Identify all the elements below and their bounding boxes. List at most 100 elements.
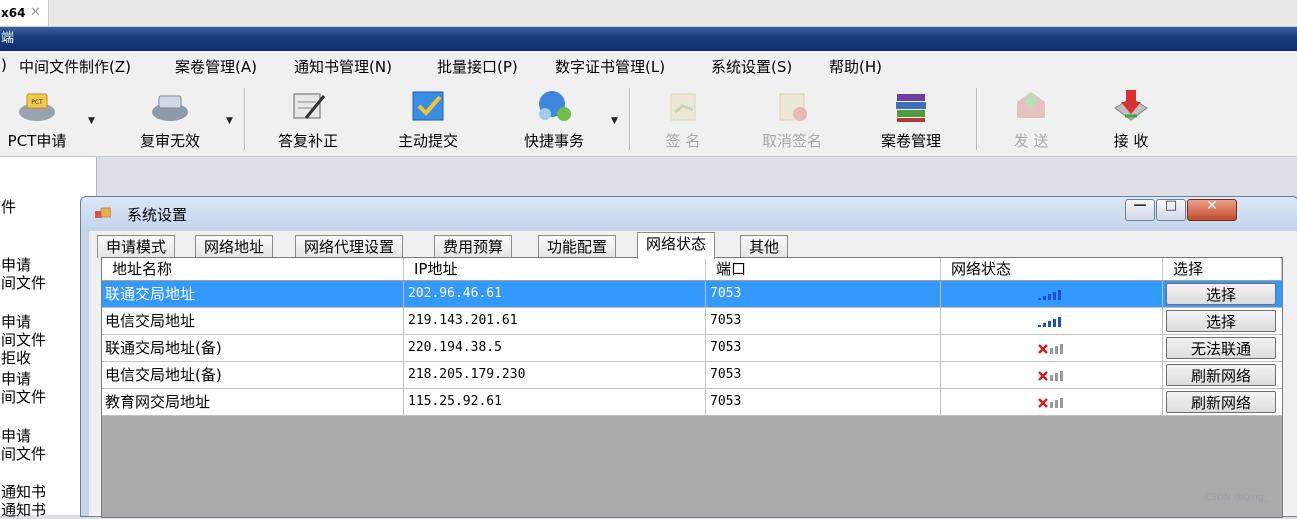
app-title-bar: 端 [0, 27, 1297, 51]
send-icon [1017, 92, 1045, 118]
maximize-button[interactable]: □ [1156, 198, 1186, 221]
ip-cell: 219.143.201.61 [404, 308, 706, 334]
pct-apply-button[interactable]: PCT PCT申请 [0, 80, 80, 156]
toolbar-separator [629, 88, 631, 150]
pct-apply-label: PCT申请 [7, 132, 67, 150]
left-nav-item[interactable]: 件 [1, 198, 16, 216]
grid-header: 地址名称 IP地址 端口 网络状态 选择 [102, 258, 1282, 281]
table-row[interactable]: 电信交局地址 219.143.201.61 7053 选择 [102, 308, 1282, 335]
tab-other[interactable]: 其他 [740, 235, 789, 258]
left-nav-item[interactable]: 间文件 [1, 445, 46, 463]
close-icon[interactable]: ✕ [30, 0, 41, 26]
column-header-port: 端口 [706, 258, 941, 280]
toolbar: PCT PCT申请 ▼ 复审无效 ▼ 答复补正 主动提交 快捷事务 ▼ 签 名 … [0, 80, 1297, 157]
books-icon [896, 94, 926, 122]
left-nav-item[interactable]: 申请 [1, 370, 31, 388]
left-nav-item[interactable]: 间文件 [1, 388, 46, 406]
toolbar-separator [244, 88, 246, 150]
menu-item-intermediate-file[interactable]: 中间文件制作(Z) [19, 56, 131, 77]
ip-cell: 202.96.46.61 [404, 281, 706, 307]
menu-item-batch-interface[interactable]: 批量接口(P) [437, 56, 518, 77]
ip-cell: 220.194.38.5 [404, 335, 706, 361]
quick-task-button[interactable]: 快捷事务 [506, 80, 602, 156]
minimize-icon: — [1133, 198, 1147, 213]
select-button[interactable]: 选择 [1166, 310, 1276, 332]
submit-check-icon [412, 91, 444, 121]
address-name-cell: 联通交局地址(备) [102, 335, 404, 361]
port-cell: 7053 [706, 308, 941, 334]
left-nav-item[interactable]: 间文件 [1, 274, 46, 292]
cancel-sign-button[interactable]: 取消签名 [748, 80, 836, 156]
cancel-sign-icon [779, 93, 807, 121]
tab-network-status[interactable]: 网络状态 [637, 232, 716, 259]
sign-icon [670, 93, 696, 121]
svg-text:PCT: PCT [31, 99, 43, 106]
minimize-button[interactable]: — [1125, 198, 1155, 221]
menu-item-help[interactable]: 帮助(H) [829, 56, 882, 77]
menu-item-notice-management[interactable]: 通知书管理(N) [294, 56, 392, 77]
tab-function-config[interactable]: 功能配置 [538, 235, 617, 258]
chevron-down-icon[interactable]: ▼ [611, 116, 618, 126]
case-management-label: 案卷管理 [880, 132, 941, 150]
chevron-down-icon[interactable]: ▼ [88, 116, 95, 126]
left-nav-item[interactable]: 通知书 [1, 483, 46, 501]
column-header-status: 网络状态 [941, 258, 1163, 280]
dialog-body: 申请模式 网络地址 网络代理设置 费用预算 功能配置 网络状态 其他 地址名称 … [89, 231, 1297, 518]
refresh-network-button[interactable]: 刷新网络 [1166, 391, 1276, 413]
column-header-ip: IP地址 [404, 258, 706, 280]
unreachable-button[interactable]: 无法联通 [1166, 337, 1276, 359]
case-management-button[interactable]: 案卷管理 [866, 80, 956, 156]
table-row[interactable]: 联通交局地址 202.96.46.61 7053 选择 [102, 281, 1282, 308]
port-cell: 7053 [706, 335, 941, 361]
address-name-cell: 联通交局地址 [102, 281, 404, 307]
refresh-network-button[interactable]: 刷新网络 [1166, 364, 1276, 386]
select-button[interactable]: 选择 [1166, 283, 1276, 305]
tab-network-proxy[interactable]: 网络代理设置 [295, 235, 404, 258]
cancel-sign-label: 取消签名 [761, 132, 822, 150]
menu-item-system-settings[interactable]: 系统设置(S) [711, 56, 792, 77]
window-app-icon [95, 207, 111, 218]
browser-tab[interactable]: x64 ✕ [0, 0, 49, 26]
left-nav-item[interactable]: 申请 [1, 256, 31, 274]
dialog-title-bar[interactable]: 系统设置 — □ ✕ [81, 197, 1297, 231]
menu-bar: ) 中间文件制作(Z) 案卷管理(A) 通知书管理(N) 批量接口(P) 数字证… [0, 51, 1297, 81]
table-row[interactable]: 教育网交局地址 115.25.92.61 7053 刷新网络 [102, 389, 1282, 416]
send-button[interactable]: 发 送 [996, 80, 1066, 156]
address-name-cell: 电信交局地址 [102, 308, 404, 334]
column-header-name: 地址名称 [102, 258, 404, 280]
menu-item-partial[interactable]: ) [1, 56, 7, 74]
column-header-select: 选择 [1163, 258, 1282, 280]
left-nav-item[interactable]: 申请 [1, 427, 31, 445]
quick-task-icon [539, 91, 571, 121]
send-label: 发 送 [1013, 132, 1049, 150]
menu-item-digital-certificate[interactable]: 数字证书管理(L) [555, 56, 665, 77]
table-row[interactable]: 电信交局地址(备) 218.205.179.230 7053 刷新网络 [102, 362, 1282, 389]
receive-button[interactable]: 接 收 [1096, 80, 1166, 156]
sign-button[interactable]: 签 名 [650, 80, 716, 156]
receive-label: 接 收 [1113, 132, 1149, 150]
chevron-down-icon[interactable]: ▼ [226, 116, 233, 126]
signal-ok-icon [1037, 317, 1061, 327]
left-nav-item[interactable]: 拒收 [1, 349, 31, 367]
tab-apply-mode[interactable]: 申请模式 [97, 235, 176, 258]
reply-correct-button[interactable]: 答复补正 [262, 80, 354, 156]
signal-ok-icon [1037, 290, 1061, 300]
toolbar-separator [976, 88, 978, 150]
signal-fail-icon [1037, 371, 1063, 381]
table-row[interactable]: 联通交局地址(备) 220.194.38.5 7053 无法联通 [102, 335, 1282, 362]
watermark: CSDN @Qing_ [1205, 493, 1269, 503]
left-nav-item[interactable]: 间文件 [1, 331, 46, 349]
close-button[interactable]: ✕ [1187, 198, 1237, 221]
review-invalid-button[interactable]: 复审无效 [122, 80, 218, 156]
left-nav-item[interactable]: 通知书 [1, 501, 46, 519]
dialog-title: 系统设置 [127, 206, 188, 224]
maximize-icon: □ [1164, 198, 1178, 213]
menu-item-case-management[interactable]: 案卷管理(A) [175, 56, 257, 77]
active-submit-button[interactable]: 主动提交 [380, 80, 476, 156]
tab-fee-budget[interactable]: 费用预算 [434, 235, 513, 258]
tab-network-address[interactable]: 网络地址 [195, 235, 274, 258]
port-cell: 7053 [706, 389, 941, 415]
active-submit-label: 主动提交 [397, 132, 458, 150]
left-nav-item[interactable]: 申请 [1, 313, 31, 331]
pct-icon: PCT [19, 93, 55, 121]
